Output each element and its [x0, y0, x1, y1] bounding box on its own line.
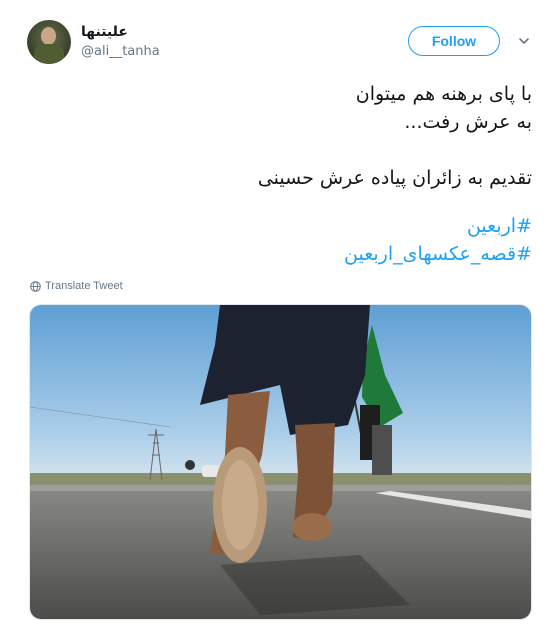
hashtag-link[interactable]: #اربعین	[52, 212, 532, 240]
tweet-photo[interactable]	[29, 304, 532, 620]
tweet-line-3: تقدیم به زائران پیاده عرش حسینی	[257, 167, 532, 189]
translate-tweet-link[interactable]: Translate Tweet	[30, 280, 123, 292]
tweet-line-1: با پای برهنه هم میتوان	[355, 83, 532, 105]
display-name[interactable]: علیتنها	[81, 24, 128, 40]
globe-icon	[30, 280, 41, 292]
tweet-text: با پای برهنه هم میتوان به عرش رفت... تقد…	[52, 80, 532, 268]
tweet-line-2: به عرش رفت...	[404, 111, 532, 133]
translate-label: Translate Tweet	[45, 280, 123, 292]
follow-button[interactable]: Follow	[408, 26, 500, 56]
avatar[interactable]	[27, 20, 71, 64]
hashtag-link[interactable]: #قصه_عکسهای_اربعین	[52, 240, 532, 268]
chevron-down-icon[interactable]	[517, 34, 531, 48]
user-handle[interactable]: @ali__tanha	[81, 44, 160, 59]
